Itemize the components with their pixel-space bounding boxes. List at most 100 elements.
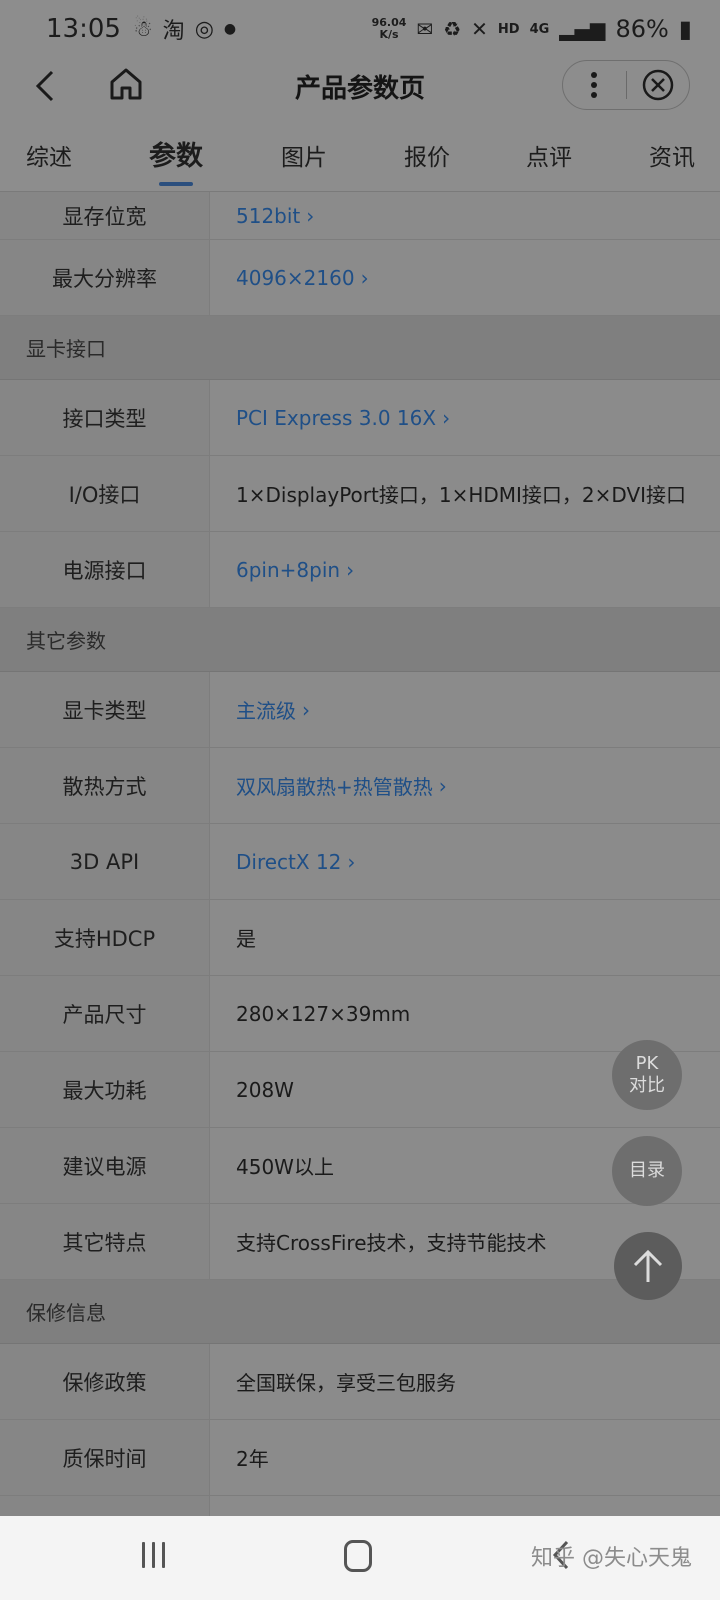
chevron-right-icon: › (442, 405, 451, 430)
more-options-button[interactable] (563, 61, 626, 109)
tab-params[interactable]: 参数 (149, 134, 203, 173)
row-value-text: 双风扇散热+热管散热 (236, 775, 433, 799)
taobao-icon: 淘 (162, 19, 185, 44)
battery-percent: 86% (615, 15, 669, 43)
toc-label: 目录 (629, 1160, 665, 1181)
row-value: 全国联保，享受三包服务 (210, 1344, 720, 1419)
table-row: 质保时间 2年 (0, 1420, 720, 1496)
arrow-up-icon (633, 1249, 663, 1282)
row-label: 质保时间 (0, 1420, 210, 1495)
row-value: 2年 (210, 1420, 720, 1495)
close-circle-icon (642, 69, 673, 101)
row-value-link[interactable]: 4096×2160 › (210, 240, 720, 315)
row-value-text: 512bit (236, 203, 301, 228)
row-label: 产品尺寸 (0, 976, 210, 1051)
app-notification-icon: ☃ (132, 16, 153, 42)
network-type-icon: 4G (529, 21, 550, 37)
tab-overview[interactable]: 综述 (26, 138, 72, 172)
recent-apps-icon-bar (142, 1542, 145, 1568)
tab-reviews[interactable]: 点评 (526, 138, 572, 172)
tab-news[interactable]: 资讯 (649, 138, 695, 172)
table-row: 其它特点 支持CrossFire技术，支持节能技术 (0, 1204, 720, 1280)
table-row: I/O接口 1×DisplayPort接口，1×HDMI接口，2×DVI接口 (0, 456, 720, 532)
section-header: 保修信息 (0, 1280, 720, 1344)
mute-icon: ✕ (471, 17, 488, 41)
table-row: 最大功耗 208W (0, 1052, 720, 1128)
chevron-right-icon: › (438, 773, 447, 798)
status-bar: 13:05 ☃ 淘 ◎ ● 96.04 K/s ✉ ♻ ✕ HD 4G ▂▄▆ … (0, 0, 720, 58)
row-value-link[interactable]: 双风扇散热+热管散热 › (210, 748, 720, 823)
row-value-link[interactable]: PCI Express 3.0 16X › (210, 380, 720, 455)
compare-label: 对比 (629, 1075, 665, 1096)
more-notifications-dot-icon: ● (223, 21, 237, 37)
system-nav-bar: 知乎 @失心天鬼 (0, 1516, 720, 1600)
notification-icons: ☃ 淘 ◎ ● (133, 13, 236, 45)
table-row: 散热方式 双风扇散热+热管散热 › (0, 748, 720, 824)
table-row: 支持HDCP 是 (0, 900, 720, 976)
row-value-text: 主流级 (236, 699, 296, 723)
close-button[interactable] (627, 61, 690, 109)
row-value-text: 6pin+8pin (236, 557, 341, 582)
row-label: I/O接口 (0, 456, 210, 531)
row-value-link[interactable]: DirectX 12 › (210, 824, 720, 899)
message-icon: ✉ (416, 17, 434, 41)
recent-apps-icon-bar (162, 1542, 165, 1568)
weibo-icon: ◎ (194, 16, 214, 42)
params-table: 显存位宽 512bit › 最大分辨率 4096×2160 › 显卡接口 接口类型 … (0, 192, 720, 1572)
table-row: 显存位宽 512bit › (0, 192, 720, 240)
table-row: 接口类型 PCI Express 3.0 16X › (0, 380, 720, 456)
row-label: 其它特点 (0, 1204, 210, 1279)
chevron-right-icon: › (360, 265, 369, 290)
network-speed: 96.04 K/s (372, 17, 407, 41)
pk-label: PK (635, 1053, 659, 1074)
row-label: 散热方式 (0, 748, 210, 823)
table-row: 最大分辨率 4096×2160 › (0, 240, 720, 316)
chevron-right-icon: › (347, 849, 356, 874)
table-row: 显卡类型 主流级 › (0, 672, 720, 748)
row-label: 最大功耗 (0, 1052, 210, 1127)
tab-price[interactable]: 报价 (404, 138, 450, 172)
status-time: 13:05 (46, 14, 121, 44)
tab-bar: 综述 参数 图片 报价 点评 资讯 (0, 116, 720, 192)
recent-apps-button[interactable] (142, 1542, 170, 1572)
row-label: 建议电源 (0, 1128, 210, 1203)
row-label: 最大分辨率 (0, 240, 210, 315)
app-header: 产品参数页 (0, 58, 720, 116)
row-value-link[interactable]: 512bit › (210, 192, 720, 239)
active-tab-indicator (159, 182, 193, 186)
row-value-text: 4096×2160 (236, 265, 355, 290)
battery-icon: ▮ (678, 15, 692, 43)
row-value: 是 (210, 900, 720, 975)
table-row: 保修政策 全国联保，享受三包服务 (0, 1344, 720, 1420)
home-nav-button[interactable] (344, 1540, 372, 1572)
row-label: 显卡类型 (0, 672, 210, 747)
scroll-to-top-button[interactable] (614, 1232, 682, 1300)
more-vertical-icon (591, 72, 598, 98)
row-value: 1×DisplayPort接口，1×HDMI接口，2×DVI接口 (210, 456, 720, 531)
section-header: 其它参数 (0, 608, 720, 672)
row-label: 显存位宽 (0, 192, 210, 239)
row-value-link[interactable]: 主流级 › (210, 672, 720, 747)
network-speed-unit: K/s (379, 28, 399, 41)
toc-button[interactable]: 目录 (612, 1136, 682, 1206)
row-value-link[interactable]: 6pin+8pin › (210, 532, 720, 607)
row-label: 保修政策 (0, 1344, 210, 1419)
pk-compare-button[interactable]: PK 对比 (612, 1040, 682, 1110)
recycle-icon: ♻ (443, 17, 462, 41)
row-label: 3D API (0, 824, 210, 899)
recent-apps-icon-bar (152, 1542, 155, 1568)
chevron-right-icon: › (346, 557, 355, 582)
table-row: 电源接口 6pin+8pin › (0, 532, 720, 608)
row-value-text: DirectX 12 (236, 849, 342, 874)
signal-icon: ▂▄▆ (559, 17, 606, 41)
watermark: 知乎 @失心天鬼 (531, 1546, 692, 1571)
table-row: 产品尺寸 280×127×39mm (0, 976, 720, 1052)
table-row: 3D API DirectX 12 › (0, 824, 720, 900)
section-header: 显卡接口 (0, 316, 720, 380)
row-value-text: PCI Express 3.0 16X (236, 405, 437, 430)
chevron-right-icon: › (306, 203, 315, 228)
tab-images[interactable]: 图片 (281, 138, 327, 172)
row-label: 电源接口 (0, 532, 210, 607)
hd-icon: HD (497, 21, 520, 37)
row-label: 支持HDCP (0, 900, 210, 975)
